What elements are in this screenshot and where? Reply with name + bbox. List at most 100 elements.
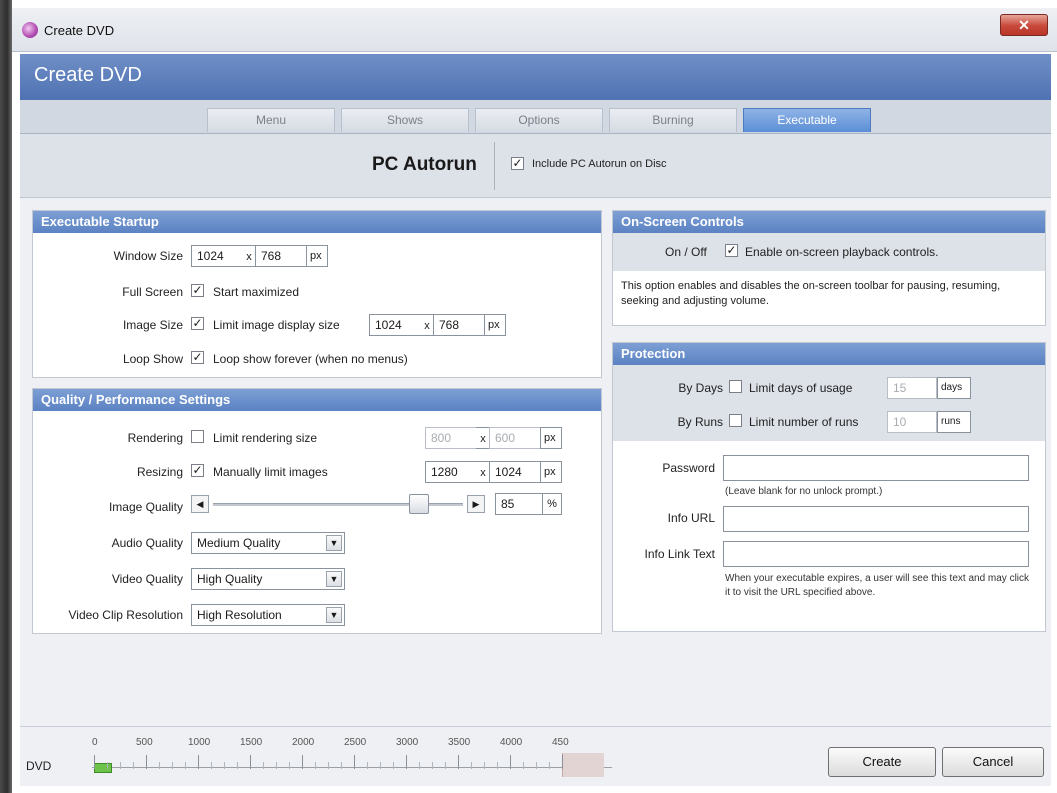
resize-height-input[interactable] <box>489 461 541 483</box>
days-input[interactable] <box>887 377 937 399</box>
render-height-input[interactable] <box>489 427 541 449</box>
enable-controls-label: Enable on-screen playback controls. <box>745 245 939 259</box>
capacity-minor-tick <box>263 762 264 769</box>
bottom-bar: DVD 0 500 1000 1500 2000 2500 3000 3500 4000 450 … <box>20 726 1051 786</box>
capacity-minor-tick <box>315 762 316 769</box>
password-input[interactable] <box>723 455 1029 481</box>
capacity-minor-tick <box>289 762 290 769</box>
limit-image-size-checkbox[interactable]: ✓ <box>191 317 204 330</box>
capacity-tick-label: 3500 <box>448 737 471 748</box>
limit-days-checkbox[interactable] <box>729 380 742 393</box>
window-title: Create DVD <box>44 23 115 38</box>
divider <box>494 142 495 190</box>
manually-limit-checkbox[interactable]: ✓ <box>191 464 204 477</box>
full-screen-label: Full Screen <box>122 285 183 299</box>
tab-strip: Menu Shows Options Burning Executable <box>20 100 1051 134</box>
capacity-minor-tick <box>120 762 121 769</box>
manually-limit-label: Manually limit images <box>213 465 328 479</box>
capacity-minor-tick <box>224 762 225 769</box>
app-icon <box>22 22 38 38</box>
video-clip-resolution-select[interactable]: High Resolution ▼ <box>191 604 345 626</box>
audio-quality-select[interactable]: Medium Quality ▼ <box>191 532 345 554</box>
overflow-zone <box>562 753 604 777</box>
capacity-tick-label: 4000 <box>500 737 523 748</box>
limit-rendering-checkbox[interactable] <box>191 430 204 443</box>
executable-startup-panel: Executable Startup Window Size x px Full… <box>32 210 602 378</box>
dropdown-arrow-icon: ▼ <box>326 535 342 551</box>
quality-performance-panel: Quality / Performance Settings Rendering… <box>32 388 602 634</box>
render-width-input[interactable] <box>425 427 477 449</box>
capacity-tick-label: 450 <box>552 737 569 748</box>
image-height-input[interactable] <box>433 314 485 336</box>
audio-quality-label: Audio Quality <box>111 536 183 550</box>
panel-header: Protection <box>613 343 1045 365</box>
tab-options[interactable]: Options <box>475 108 603 132</box>
capacity-tick-label: 3000 <box>396 737 419 748</box>
meter-baseline <box>92 767 612 768</box>
capacity-tick-mark <box>94 755 95 769</box>
info-link-text-input[interactable] <box>723 541 1029 567</box>
times-symbol: x <box>476 427 490 449</box>
slider-right-arrow-icon[interactable]: ▶ <box>467 495 485 513</box>
start-maximized-checkbox[interactable]: ✓ <box>191 284 204 297</box>
resize-width-input[interactable] <box>425 461 477 483</box>
rendering-label: Rendering <box>127 431 183 445</box>
include-autorun-checkbox[interactable]: ✓ <box>511 157 524 170</box>
protection-limits: By Days Limit days of usage days By Runs… <box>613 365 1045 441</box>
dropdown-arrow-icon: ▼ <box>326 607 342 623</box>
window-height-input[interactable] <box>255 245 307 267</box>
cancel-button[interactable]: Cancel <box>942 747 1044 777</box>
capacity-minor-tick <box>172 762 173 769</box>
title-bar[interactable]: Create DVD ✕ <box>12 8 1057 52</box>
info-url-input[interactable] <box>723 506 1029 532</box>
capacity-tick-mark <box>250 755 251 769</box>
loop-show-checkbox[interactable]: ✓ <box>191 351 204 364</box>
slider-left-arrow-icon[interactable]: ◀ <box>191 495 209 513</box>
window-size-label: Window Size <box>113 249 183 263</box>
used-capacity-bar <box>94 763 112 773</box>
runs-input[interactable] <box>887 411 937 433</box>
limit-days-label: Limit days of usage <box>749 381 853 395</box>
include-autorun-label: Include PC Autorun on Disc <box>532 158 667 170</box>
capacity-tick-mark <box>302 755 303 769</box>
tab-shows[interactable]: Shows <box>341 108 469 132</box>
close-button[interactable]: ✕ <box>1000 14 1048 36</box>
video-clip-resolution-value: High Resolution <box>197 608 282 622</box>
osc-description: This option enables and disables the on-… <box>621 280 1001 307</box>
by-days-label: By Days <box>678 381 723 395</box>
dropdown-arrow-icon: ▼ <box>326 571 342 587</box>
capacity-minor-tick <box>211 762 212 769</box>
on-screen-controls-panel: On-Screen Controls On / Off ✓ Enable on-… <box>612 210 1046 326</box>
capacity-tick-mark <box>198 755 199 769</box>
video-quality-select[interactable]: High Quality ▼ <box>191 568 345 590</box>
capacity-tick-label: 0 <box>92 737 98 748</box>
window-left-edge <box>0 0 12 793</box>
tab-burning[interactable]: Burning <box>609 108 737 132</box>
image-quality-input[interactable] <box>495 493 543 515</box>
enable-controls-checkbox[interactable]: ✓ <box>725 244 738 257</box>
capacity-minor-tick <box>133 762 134 769</box>
protection-panel: Protection By Days Limit days of usage d… <box>612 342 1046 632</box>
loop-show-label: Loop Show <box>122 352 183 366</box>
times-symbol: x <box>242 245 256 267</box>
image-quality-thumb[interactable] <box>408 494 429 514</box>
tab-menu[interactable]: Menu <box>207 108 335 132</box>
image-width-input[interactable] <box>369 314 421 336</box>
capacity-minor-tick <box>484 762 485 769</box>
capacity-tick-label: 1500 <box>240 737 263 748</box>
runs-unit: runs <box>937 411 971 433</box>
limit-runs-checkbox[interactable] <box>729 414 742 427</box>
info-link-text-label: Info Link Text <box>644 547 716 561</box>
loop-show-option: Loop show forever (when no menus) <box>213 352 408 366</box>
capacity-minor-tick <box>341 762 342 769</box>
create-button[interactable]: Create <box>828 747 936 777</box>
tab-executable[interactable]: Executable <box>743 108 871 132</box>
limit-image-size-label: Limit image display size <box>213 318 340 332</box>
window-width-input[interactable] <box>191 245 243 267</box>
capacity-tick-mark <box>354 755 355 769</box>
main-area: Executable Startup Window Size x px Full… <box>20 198 1051 726</box>
limit-rendering-label: Limit rendering size <box>213 431 318 445</box>
capacity-minor-tick <box>393 762 394 769</box>
image-quality-label: Image Quality <box>108 500 183 514</box>
by-runs-label: By Runs <box>677 415 723 429</box>
